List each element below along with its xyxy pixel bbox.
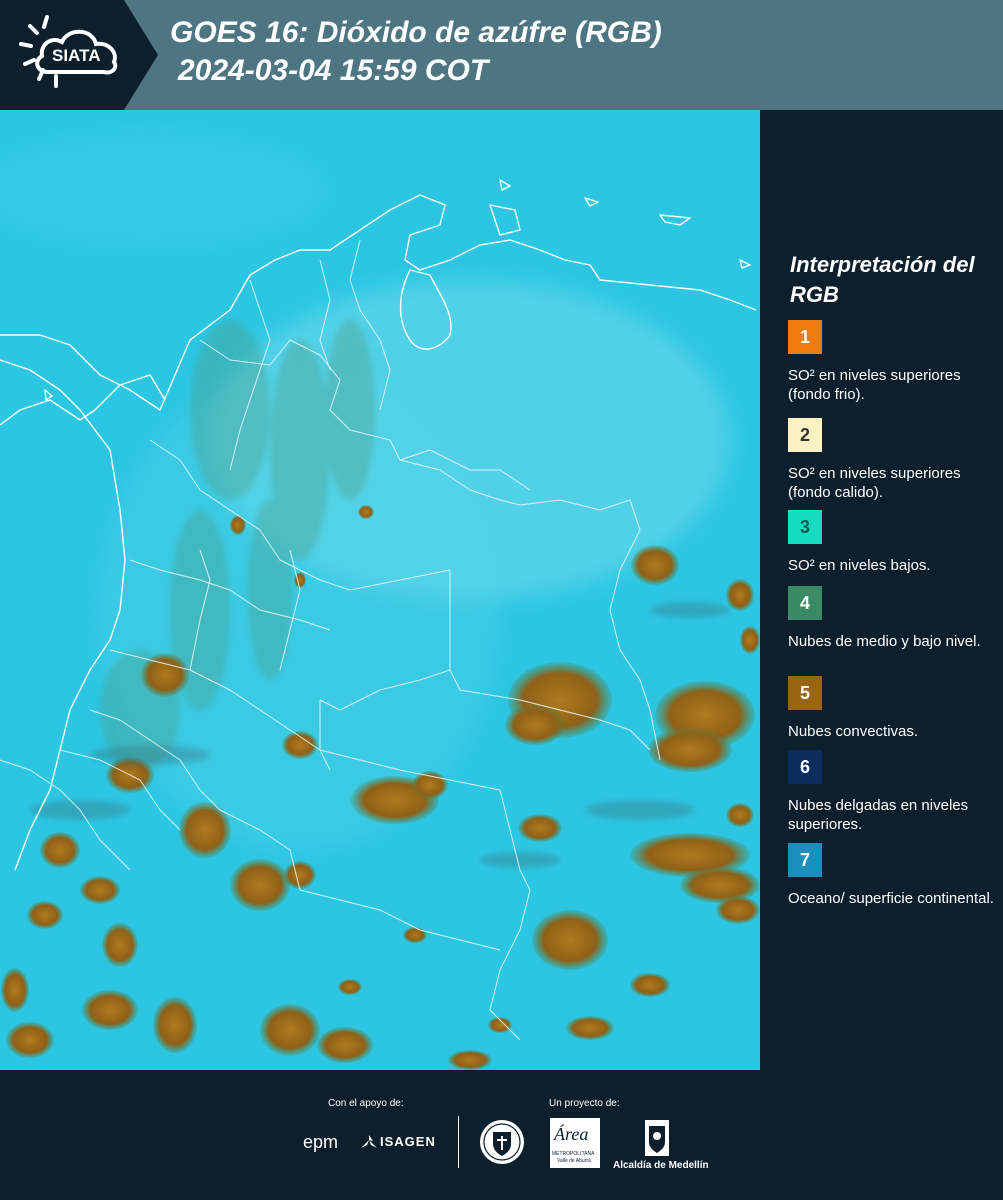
legend-swatch: 2 [788, 418, 822, 452]
legend-panel: Interpretación del RGB 1 SO² en niveles … [760, 110, 1003, 1070]
area-subtext-2: Valle de Aburrá [557, 1158, 591, 1164]
area-metropolitana-logo: Área METROPOLITANA Valle de Aburrá [550, 1118, 600, 1168]
legend-item-7: 7 Oceano/ superficie continental. [788, 843, 998, 908]
footer-divider [458, 1116, 459, 1168]
page-title: GOES 16: Dióxido de azúfre (RGB) 2024-03… [170, 14, 662, 90]
header: SIATA GOES 16: Dióxido de azúfre (RGB) 2… [0, 0, 1003, 110]
project-label: Un proyecto de: [549, 1098, 620, 1109]
legend-label: SO² en niveles superiores (fondo frio). [788, 367, 961, 403]
legend-label: Oceano/ superficie continental. [788, 890, 994, 907]
legend-label: SO² en niveles superiores (fondo calido)… [788, 465, 961, 501]
support-label: Con el apoyo de: [328, 1098, 404, 1109]
legend-swatch: 4 [788, 586, 822, 620]
title-timestamp: 2024-03-04 15:59 COT [178, 54, 489, 87]
legend-title: Interpretación del RGB [790, 252, 975, 307]
legend-swatch: 6 [788, 750, 822, 784]
legend-label: SO² en niveles bajos. [788, 557, 931, 574]
area-subtext: METROPOLITANA [552, 1151, 595, 1157]
legend-swatch: 1 [788, 320, 822, 354]
isagen-logo: ISAGEN [380, 1134, 436, 1149]
legend-item-6: 6 Nubes delgadas en niveles superiores. [788, 750, 998, 834]
legend-swatch: 7 [788, 843, 822, 877]
epm-logo: epm [303, 1132, 339, 1152]
title-product: GOES 16: Dióxido de azúfre (RGB) [170, 16, 662, 49]
alcaldia-text: Alcaldía de Medellín [613, 1160, 709, 1171]
footer: Con el apoyo de: Un proyecto de: epm ISA… [0, 1070, 1003, 1200]
medellin-seal-icon [480, 1120, 524, 1164]
legend-label: Nubes convectivas. [788, 723, 919, 740]
legend-swatch: 5 [788, 676, 822, 710]
satellite-map [0, 110, 760, 1070]
legend-item-5: 5 Nubes convectivas. [788, 676, 998, 741]
logo-text: SIATA [52, 46, 100, 65]
legend-swatch: 3 [788, 510, 822, 544]
legend-label: Nubes delgadas en niveles superiores. [788, 797, 969, 833]
alcaldia-shield-icon [645, 1120, 669, 1156]
siata-logo: SIATA [0, 0, 160, 110]
area-logo-text: Área [554, 1124, 589, 1144]
isagen-icon [361, 1135, 377, 1148]
legend-item-4: 4 Nubes de medio y bajo nivel. [788, 586, 998, 651]
legend-label: Nubes de medio y bajo nivel. [788, 633, 981, 650]
legend-item-3: 3 SO² en niveles bajos. [788, 510, 998, 575]
legend-item-2: 2 SO² en niveles superiores (fondo calid… [788, 418, 998, 502]
legend-item-1: 1 SO² en niveles superiores (fondo frio)… [788, 320, 998, 404]
